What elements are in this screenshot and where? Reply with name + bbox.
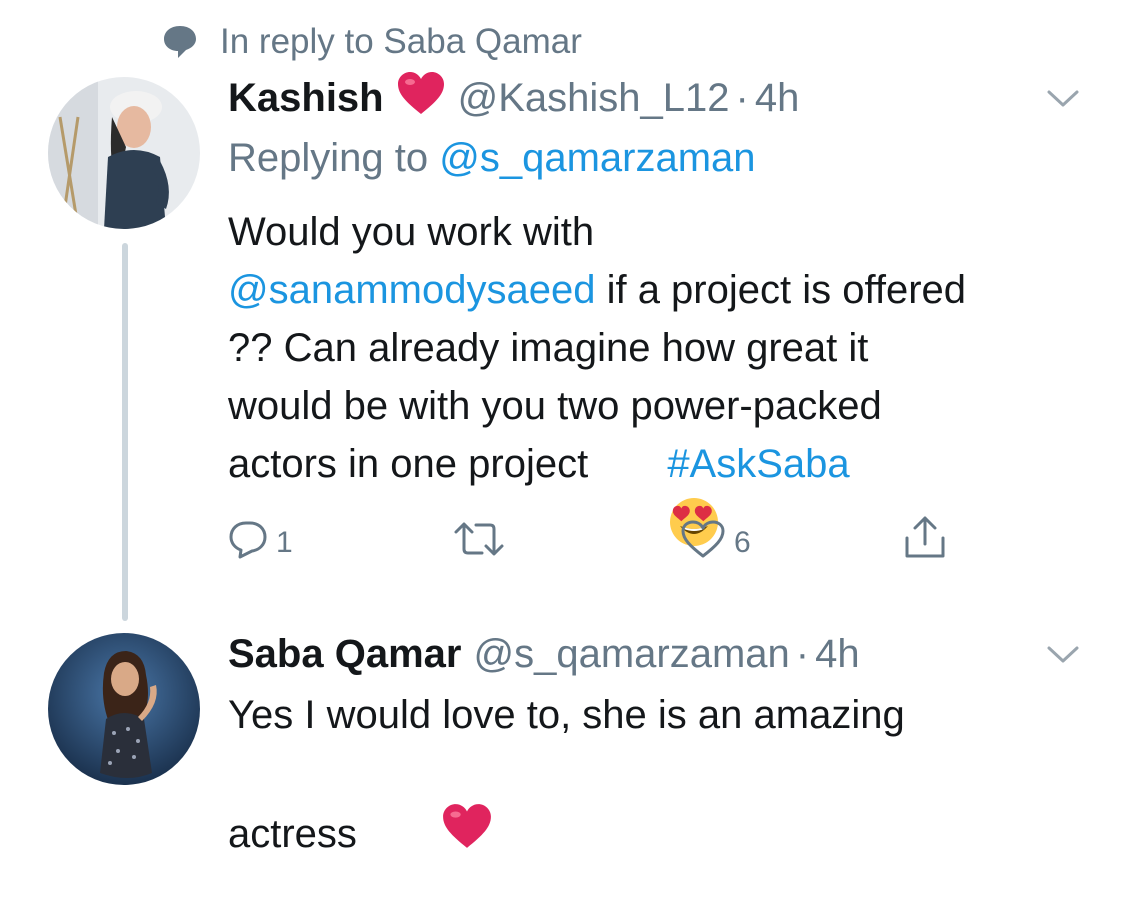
hashtag-link[interactable]: #AskSaba <box>667 435 849 493</box>
user-handle[interactable]: @Kashish_L12 <box>458 76 730 121</box>
reply-icon <box>228 519 268 567</box>
tweet-header-kashish: Kashish @Kashish_L12 · 4h <box>228 72 800 122</box>
tweet-text-segment: if a project is offered <box>595 268 967 312</box>
tweet-text-line: would be with you two power-packed <box>228 384 882 428</box>
avatar-saba-qamar[interactable] <box>48 633 200 785</box>
chevron-down-icon[interactable] <box>1043 84 1083 114</box>
display-name[interactable]: Saba Qamar <box>228 632 461 677</box>
tweet-text-line: @sanammodysaeed if a project is offered <box>228 261 1108 319</box>
separator-dot: · <box>735 75 749 120</box>
tweet-text-line: actors in one project #AskSaba <box>228 435 1108 546</box>
tweet-text-line: actress <box>228 744 1108 924</box>
share-button[interactable] <box>903 516 947 566</box>
user-handle[interactable]: @s_qamarzaman <box>473 632 789 677</box>
tweet-body-saba: Yes I would love to, she is an amazing a… <box>228 686 1108 924</box>
retweet-button[interactable] <box>452 518 514 568</box>
reply-button[interactable]: 1 <box>228 518 293 568</box>
in-reply-to-text: In reply to Saba Qamar <box>220 22 582 61</box>
reply-count: 1 <box>276 526 293 559</box>
separator-dot: · <box>795 631 810 676</box>
replying-to-label: Replying to <box>228 136 440 180</box>
avatar-kashish[interactable] <box>48 77 200 229</box>
red-heart-icon <box>374 744 493 924</box>
like-count: 6 <box>734 526 751 559</box>
replying-to-line: Replying to @s_qamarzaman <box>228 136 756 182</box>
tweet-text-line: Yes I would love to, she is an amazing <box>228 693 905 737</box>
like-button[interactable]: 6 <box>680 518 751 568</box>
in-reply-to-context[interactable]: In reply to Saba Qamar <box>160 22 582 62</box>
tweet-text-line: Would you work with <box>228 210 595 254</box>
tweet-text-line: ?? Can already imagine how great it <box>228 326 869 370</box>
heart-eyes-emoji <box>601 438 718 546</box>
retweet-icon <box>452 519 506 567</box>
tweet-header-saba: Saba Qamar @s_qamarzaman · 4h <box>228 630 860 678</box>
mention-link[interactable]: @sanammodysaeed <box>228 268 595 312</box>
chevron-down-icon[interactable] <box>1043 640 1083 670</box>
tweet-body-kashish: Would you work with @sanammodysaeed if a… <box>228 203 1108 546</box>
tweet-text-segment: actors in one project <box>228 442 600 486</box>
heart-outline-icon <box>680 519 726 567</box>
timestamp[interactable]: 4h <box>815 632 860 677</box>
share-icon <box>903 514 947 568</box>
timestamp[interactable]: 4h <box>755 76 800 121</box>
thread-connector-line <box>122 243 128 621</box>
replying-to-handle-link[interactable]: @s_qamarzaman <box>439 136 755 180</box>
red-heart-icon <box>396 70 446 126</box>
speech-bubble-icon <box>160 22 200 62</box>
tweet-text-segment: actress <box>228 812 369 856</box>
display-name[interactable]: Kashish <box>228 76 384 121</box>
